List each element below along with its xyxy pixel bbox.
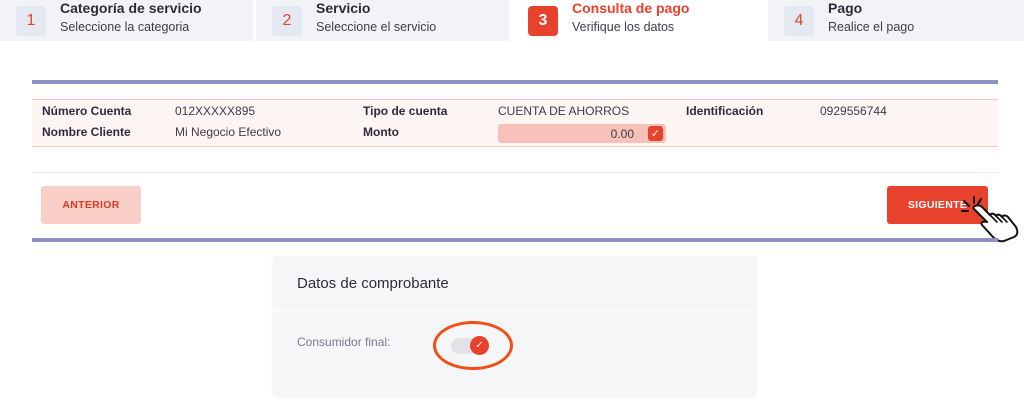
anterior-button[interactable]: ANTERIOR: [41, 186, 141, 224]
step-number: 1: [16, 5, 46, 36]
top-divider-rule: [32, 80, 998, 84]
step-title: Pago: [828, 0, 863, 16]
step-subtitle: Seleccione el servicio: [316, 20, 437, 34]
nombre-cliente-label: Nombre Cliente: [42, 125, 131, 139]
step-title: Consulta de pago: [572, 0, 690, 16]
account-summary-table: Número Cuenta 012XXXXX895 Tipo de cuenta…: [32, 99, 998, 147]
step-title: Categoría de servicio: [60, 0, 202, 16]
check-icon[interactable]: ✓: [648, 126, 663, 141]
tipo-cuenta-label: Tipo de cuenta: [363, 104, 448, 118]
identificacion-label: Identificación: [686, 104, 764, 118]
numero-cuenta-label: Número Cuenta: [42, 104, 132, 118]
highlight-ring: [433, 321, 513, 370]
step-number: 2: [272, 5, 302, 36]
voucher-card: Datos de comprobante Consumidor final: ✓: [273, 256, 757, 396]
step-subtitle: Seleccione la categoria: [60, 20, 190, 34]
step-categoria[interactable]: 1 Categoría de servicio Seleccione la ca…: [0, 0, 256, 41]
step-subtitle: Verifique los datos: [572, 20, 675, 34]
step-number: 3: [528, 5, 558, 36]
tipo-cuenta-value: CUENTA DE AHORROS: [498, 104, 630, 118]
identificacion-value: 0929556744: [820, 104, 887, 118]
monto-value: 0.00: [610, 127, 634, 141]
voucher-title: Datos de comprobante: [273, 256, 757, 311]
step-title: Servicio: [316, 0, 371, 16]
step-number: 4: [784, 5, 814, 36]
step-servicio[interactable]: 2 Servicio Seleccione el servicio: [256, 0, 512, 41]
step-consulta-de-pago[interactable]: 3 Consulta de pago Verifique los datos: [512, 0, 768, 41]
nombre-cliente-value: Mi Negocio Efectivo: [175, 125, 282, 139]
stepper: 1 Categoría de servicio Seleccione la ca…: [0, 0, 1024, 41]
step-subtitle: Realice el pago: [828, 20, 915, 34]
section-divider: [32, 172, 998, 173]
numero-cuenta-value: 012XXXXX895: [175, 104, 256, 118]
bottom-divider-rule: [32, 238, 998, 242]
monto-input[interactable]: 0.00 ✓: [498, 124, 666, 143]
consumidor-final-label: Consumidor final:: [297, 335, 391, 349]
step-pago[interactable]: 4 Pago Realice el pago: [768, 0, 1024, 41]
monto-label: Monto: [363, 125, 399, 139]
